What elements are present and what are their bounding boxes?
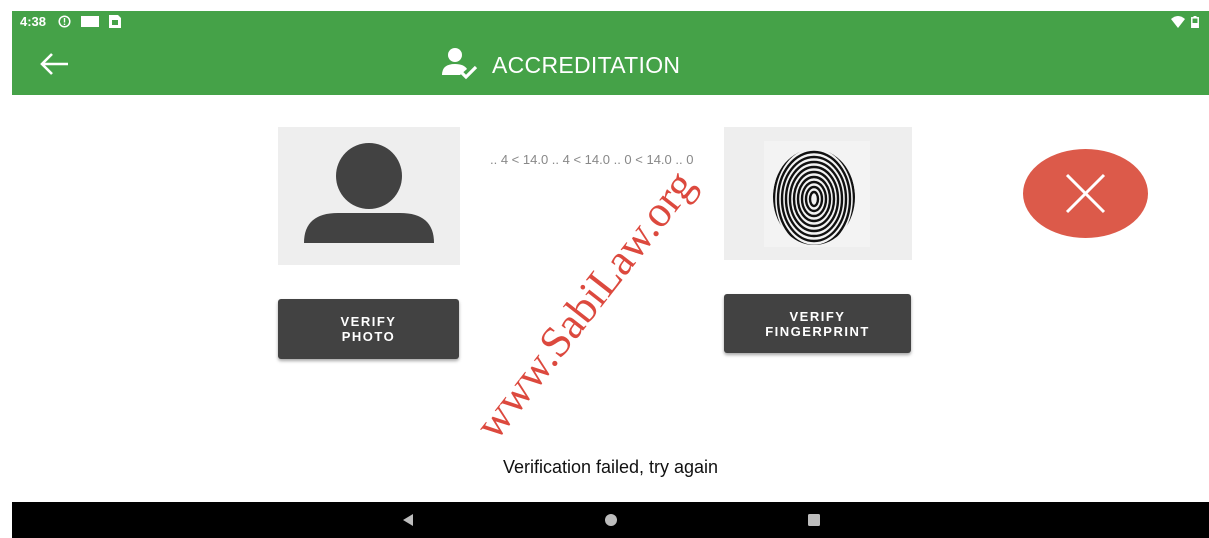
watermark: www.SabiLaw.org — [465, 161, 705, 448]
close-icon — [1065, 173, 1106, 214]
verify-photo-button[interactable]: VERIFY PHOTO — [278, 299, 459, 359]
info-circle-icon — [58, 15, 71, 33]
verification-failed-indicator — [1023, 149, 1148, 238]
home-circle-icon — [605, 514, 617, 526]
person-icon — [304, 143, 434, 243]
nav-back-button[interactable] — [378, 502, 438, 538]
verify-fingerprint-label-line2: FINGERPRINT — [765, 323, 870, 339]
status-bar: 4:38 — [12, 11, 1209, 33]
nav-home-button[interactable] — [581, 502, 641, 538]
system-nav-bar — [12, 502, 1209, 538]
sim-icon — [109, 15, 121, 33]
verify-photo-label-line1: VERIFY — [340, 314, 397, 329]
photo-preview — [278, 127, 460, 265]
verify-fingerprint-button[interactable]: VERIFY FINGERPRINT — [724, 294, 911, 353]
back-triangle-icon — [403, 514, 413, 526]
fingerprint-preview — [724, 127, 912, 260]
wifi-icon — [1171, 15, 1185, 33]
app-bar: ACCREDITATION — [12, 33, 1209, 95]
fingerprint-image — [764, 141, 870, 247]
arrow-left-icon — [40, 53, 68, 75]
verify-fingerprint-label-line1: VERIFY — [789, 308, 846, 324]
status-message: Verification failed, try again — [502, 457, 719, 477]
nav-recents-button[interactable] — [784, 502, 844, 538]
user-check-icon — [440, 45, 478, 86]
page-title: ACCREDITATION — [492, 52, 681, 78]
app-screen: 4:38 ACCREDITATION .. 4 < 14.0 .. 4 < 14… — [12, 11, 1209, 538]
status-time: 4:38 — [20, 14, 47, 29]
battery-icon — [1191, 15, 1199, 33]
back-button[interactable] — [34, 49, 74, 79]
rectangle-icon — [81, 15, 99, 33]
recents-square-icon — [808, 514, 820, 526]
verify-photo-label-line2: PHOTO — [341, 329, 396, 344]
